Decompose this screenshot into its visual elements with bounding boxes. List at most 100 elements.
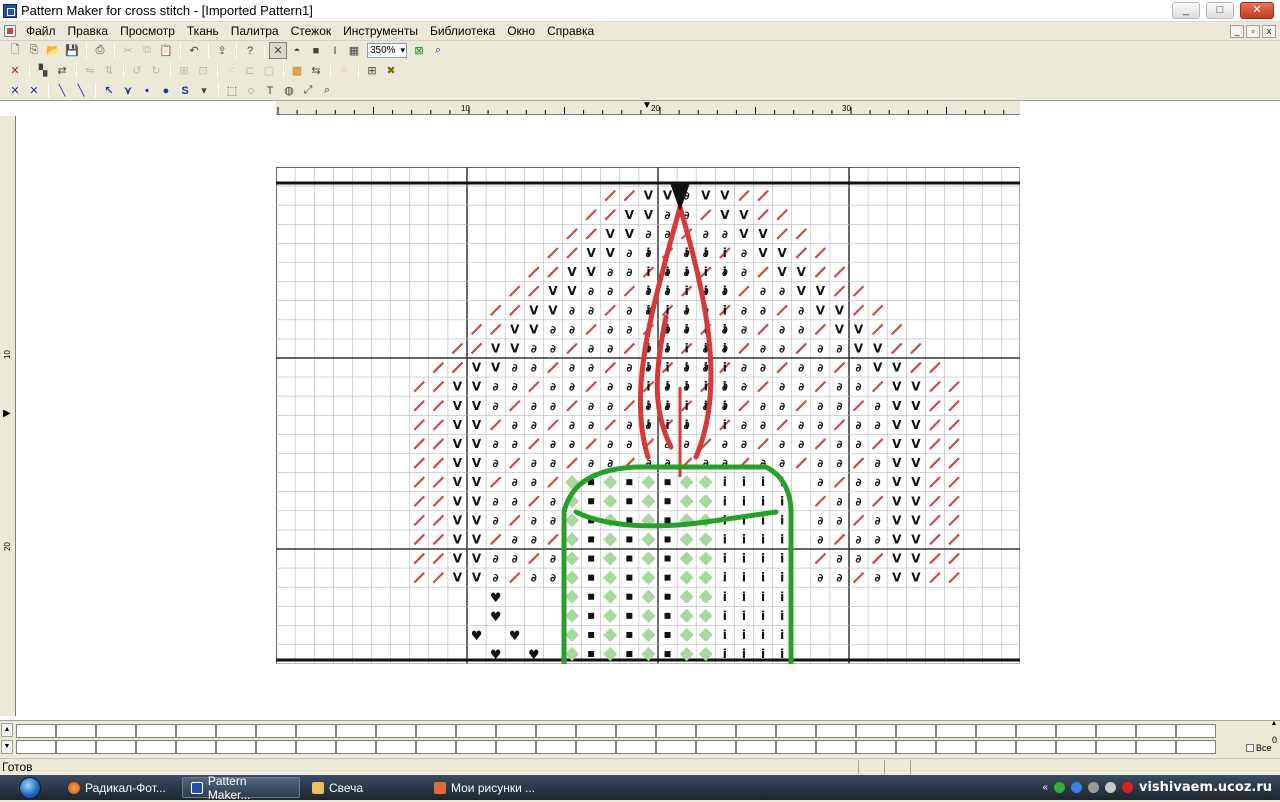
zoom-tool-icon[interactable]: ⌕ — [429, 42, 447, 59]
palette-right-scroll-icon[interactable]: ▲ — [1268, 720, 1280, 734]
palette-scroll-down-icon[interactable]: ▼ — [1, 740, 13, 754]
menu-tools[interactable]: Инструменты — [337, 22, 424, 40]
palette-cell[interactable] — [1136, 724, 1176, 738]
palette-cell[interactable] — [816, 740, 856, 754]
fill-tool-icon[interactable]: ◍ — [280, 82, 298, 99]
frame-icon[interactable]: ▢ — [260, 62, 278, 79]
palette-cell[interactable] — [16, 724, 56, 738]
help-icon[interactable]: ? — [241, 42, 259, 59]
save-icon[interactable]: 💾 — [63, 42, 81, 59]
palette-cell[interactable] — [256, 740, 296, 754]
tray-volume-icon[interactable] — [1105, 782, 1116, 793]
palette-cell[interactable] — [896, 724, 936, 738]
palette-cell[interactable] — [616, 724, 656, 738]
palette-cell[interactable] — [936, 724, 976, 738]
flip-vertical-icon[interactable]: ⇅ — [100, 62, 118, 79]
task-radikal[interactable]: Радикал-Фот... — [60, 777, 178, 798]
palette-cell[interactable] — [496, 724, 536, 738]
palette-cell[interactable] — [576, 724, 616, 738]
replace-color-icon[interactable]: ⇄ — [53, 62, 71, 79]
cut-icon[interactable]: ✂ — [119, 42, 137, 59]
rotate-right-icon[interactable]: ↻ — [147, 62, 165, 79]
tray-update-icon[interactable] — [1071, 782, 1082, 793]
palette-cell[interactable] — [656, 724, 696, 738]
maximize-button[interactable]: □ — [1206, 2, 1234, 19]
palette-cell[interactable] — [736, 740, 776, 754]
document-icon[interactable] — [4, 25, 16, 37]
select-color-icon[interactable]: ▚ — [34, 62, 52, 79]
crop-icon[interactable]: ⊏ — [241, 62, 259, 79]
mirror-icon[interactable]: ⊞ — [175, 62, 193, 79]
v-ruler-marker-icon[interactable]: ▶ — [3, 408, 11, 419]
palette-cell[interactable] — [976, 740, 1016, 754]
palette-icon[interactable]: ▩ — [288, 62, 306, 79]
paste-icon[interactable]: 📋 — [157, 42, 175, 59]
new-file-icon[interactable]: 🗋 — [6, 42, 24, 59]
grid-icon[interactable]: ⊞ — [363, 62, 381, 79]
diagonal-stitch-icon[interactable]: ↖ — [100, 82, 118, 99]
half-stitch-icon[interactable]: ✕ — [25, 82, 43, 99]
mdi-minimize-button[interactable]: _ — [1230, 25, 1244, 38]
fit-window-icon[interactable]: ⊠ — [410, 42, 428, 59]
special-stitch-icon[interactable]: S — [176, 82, 194, 99]
palette-cell[interactable] — [856, 740, 896, 754]
menu-edit[interactable]: Правка — [62, 22, 115, 40]
palette-cell[interactable] — [976, 724, 1016, 738]
task-my-pictures[interactable]: Мои рисунки ... — [426, 777, 544, 798]
show-all-check-box[interactable] — [1246, 744, 1254, 752]
menu-help[interactable]: Справка — [541, 22, 600, 40]
palette-cell[interactable] — [936, 740, 976, 754]
menu-file[interactable]: Файл — [20, 22, 62, 40]
palette-cell[interactable] — [736, 724, 776, 738]
palette-cell[interactable] — [1176, 724, 1216, 738]
palette-cell[interactable] — [1056, 724, 1096, 738]
backstitch-icon[interactable]: ╲ — [53, 82, 71, 99]
palette-cell[interactable] — [536, 724, 576, 738]
backstitch-grid-icon[interactable]: ⁘ — [335, 62, 353, 79]
full-stitch-icon[interactable]: ✕ — [6, 82, 24, 99]
tray-expand-icon[interactable]: « — [1042, 782, 1048, 793]
palette-cell[interactable] — [296, 740, 336, 754]
tray-security-icon[interactable] — [1088, 782, 1099, 793]
palette-cell[interactable] — [856, 724, 896, 738]
color-block-view-icon[interactable]: ■ — [307, 42, 325, 59]
palette-cell[interactable] — [16, 740, 56, 754]
start-button[interactable] — [0, 775, 60, 800]
palette-cell[interactable] — [576, 740, 616, 754]
palette-cell[interactable] — [776, 724, 816, 738]
text-cursor-icon[interactable]: I — [326, 42, 344, 59]
new-from-template-icon[interactable]: ⎘ — [25, 42, 43, 59]
mdi-restore-button[interactable]: ▫ — [1246, 25, 1260, 38]
minimize-button[interactable]: _ — [1172, 2, 1200, 19]
quarter-backstitch-icon[interactable]: ╲ — [72, 82, 90, 99]
menu-palette[interactable]: Палитра — [225, 22, 285, 40]
cross-grid-icon[interactable]: ✖ — [382, 62, 400, 79]
palette-cell[interactable] — [216, 740, 256, 754]
palette-cell[interactable] — [136, 740, 176, 754]
palette-cell[interactable] — [1176, 740, 1216, 754]
long-stitch-icon[interactable]: ⋎ — [119, 82, 137, 99]
cross-view-icon[interactable]: ✕ — [269, 42, 287, 59]
palette-cell[interactable] — [336, 724, 376, 738]
rotate-left-icon[interactable]: ↺ — [128, 62, 146, 79]
show-all-checkbox[interactable]: Все — [1246, 743, 1272, 753]
palette-cell[interactable] — [776, 740, 816, 754]
symbol-view-icon[interactable]: ◓ — [288, 42, 306, 59]
palette-cell[interactable] — [336, 740, 376, 754]
palette-cell[interactable] — [1056, 740, 1096, 754]
resize-icon[interactable]: ⊡ — [194, 62, 212, 79]
palette-cell[interactable] — [1096, 724, 1136, 738]
import-icon[interactable]: ⇪ — [213, 42, 231, 59]
print-icon[interactable]: ⎙ — [91, 42, 109, 59]
palette-cell[interactable] — [416, 740, 456, 754]
palette-cell[interactable] — [256, 724, 296, 738]
tray-alert-icon[interactable] — [1122, 782, 1133, 793]
task-pattern-maker[interactable]: Pattern Maker... — [182, 774, 300, 802]
menu-fabric[interactable]: Ткань — [181, 22, 225, 40]
rect-select-icon[interactable]: ⬚ — [223, 82, 241, 99]
palette-cell[interactable] — [456, 724, 496, 738]
menu-view[interactable]: Просмотр — [114, 22, 181, 40]
palette-cell[interactable] — [1016, 740, 1056, 754]
copy-icon[interactable]: ⧉ — [138, 42, 156, 59]
palette-cell[interactable] — [216, 724, 256, 738]
